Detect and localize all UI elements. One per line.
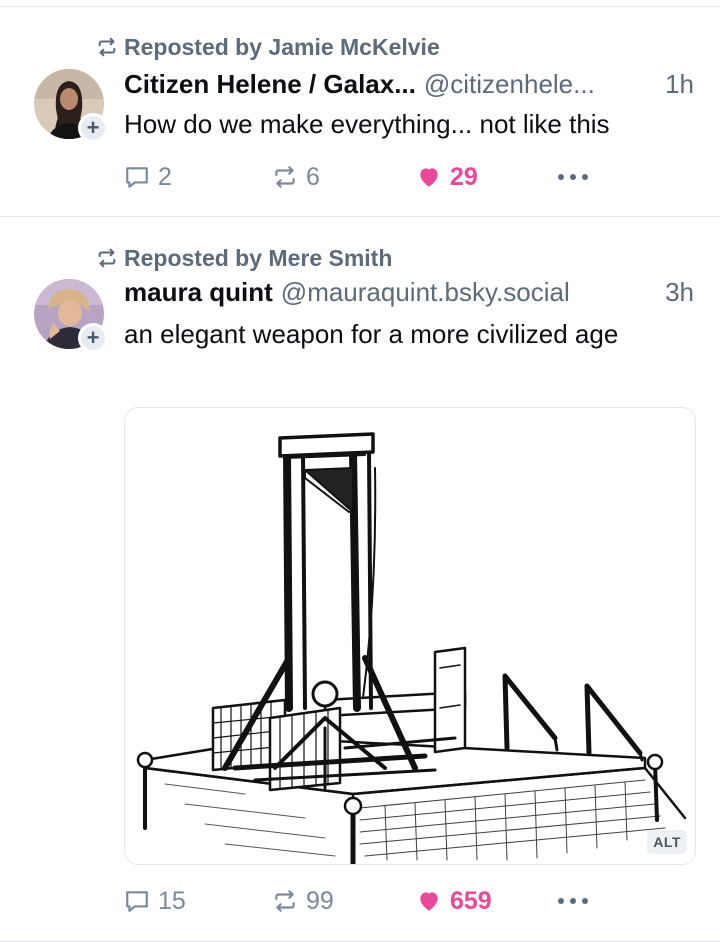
feed-post[interactable]: Reposted by Jamie McKelvie + Citizen Hel… <box>0 7 720 217</box>
more-dots-icon <box>558 174 588 180</box>
repost-context[interactable]: Reposted by Jamie McKelvie <box>96 34 440 60</box>
reply-count: 15 <box>158 886 186 915</box>
timestamp[interactable]: 1h <box>653 69 694 100</box>
repost-button[interactable]: 99 <box>272 887 416 916</box>
repost-context[interactable]: Reposted by Mere Smith <box>96 245 392 271</box>
post-text: How do we make everything... not like th… <box>124 109 610 139</box>
repost-count: 6 <box>306 162 320 191</box>
plus-icon: + <box>86 325 100 350</box>
avatar[interactable]: + <box>34 69 108 143</box>
heart-icon <box>420 168 438 187</box>
display-name[interactable]: maura quint <box>124 277 273 308</box>
more-options-button[interactable] <box>556 172 590 182</box>
heart-icon <box>420 892 438 911</box>
repost-label: Reposted by Mere Smith <box>124 244 393 271</box>
alt-text-badge[interactable]: ALT <box>647 830 687 854</box>
repost-label: Reposted by Jamie McKelvie <box>124 33 440 60</box>
post-header: maura quint @mauraquint.bsky.social 3h <box>124 277 694 311</box>
like-count: 29 <box>450 162 478 191</box>
post-header: Citizen Helene / Galax... @citizenhele..… <box>124 69 694 103</box>
follow-button[interactable]: + <box>78 113 108 143</box>
feed-post[interactable]: Reposted by Mere Smith + maura quint @ma… <box>0 217 720 942</box>
repost-icon <box>98 248 116 268</box>
like-count: 659 <box>450 886 492 915</box>
repost-icon <box>275 890 295 912</box>
top-divider <box>0 0 720 7</box>
display-name[interactable]: Citizen Helene / Galax... <box>124 69 416 100</box>
post-image[interactable]: ALT <box>124 407 696 865</box>
guillotine-illustration <box>136 432 687 864</box>
handle[interactable]: @citizenhele... <box>424 69 595 100</box>
repost-icon <box>275 166 295 188</box>
reply-button[interactable]: 2 <box>124 163 272 192</box>
repost-icon <box>98 37 116 57</box>
follow-button[interactable]: + <box>78 323 108 353</box>
reply-icon <box>126 891 148 912</box>
reply-icon <box>126 167 148 188</box>
repost-count: 99 <box>306 886 334 915</box>
reply-button[interactable]: 15 <box>124 887 272 916</box>
timestamp[interactable]: 3h <box>653 277 694 308</box>
post-actions: 2 6 29 <box>124 159 694 195</box>
avatar[interactable]: + <box>34 279 108 353</box>
reply-count: 2 <box>158 162 172 191</box>
plus-icon: + <box>86 115 100 140</box>
like-button[interactable]: 659 <box>416 887 556 916</box>
handle[interactable]: @mauraquint.bsky.social <box>281 277 570 308</box>
post-actions: 15 99 659 <box>124 883 694 919</box>
more-options-button[interactable] <box>556 896 590 906</box>
repost-button[interactable]: 6 <box>272 163 416 192</box>
like-button[interactable]: 29 <box>416 163 556 192</box>
more-dots-icon <box>558 898 588 904</box>
post-text: an elegant weapon for a more civilized a… <box>124 319 619 349</box>
